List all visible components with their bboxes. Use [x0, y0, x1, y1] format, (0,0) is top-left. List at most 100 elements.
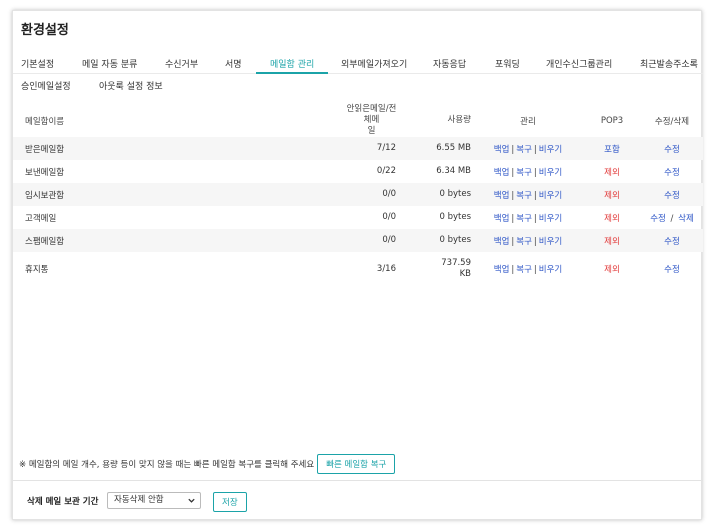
save-button[interactable]: 저장: [213, 492, 247, 512]
pop3-cell: 제외: [583, 229, 641, 252]
col-unread: 안읽은메일/전체메 일: [343, 104, 400, 137]
tab-divider: [13, 73, 703, 74]
link-separator: |: [533, 213, 537, 224]
edit-cell: 수정: [641, 137, 703, 160]
pop3-cell: 제외: [583, 183, 641, 206]
empty-link[interactable]: 비우기: [539, 214, 562, 224]
mailbox-manage: 백업 | 복구 | 비우기: [473, 183, 583, 206]
empty-link[interactable]: 비우기: [539, 265, 562, 275]
pop3-cell: 제외: [583, 160, 641, 183]
tab-auto-reply[interactable]: 자동응답: [433, 57, 466, 70]
edit-link[interactable]: 수정: [664, 168, 680, 178]
mailbox-unread: 7/12: [343, 137, 400, 160]
tab-mailbox-manage[interactable]: 메일함 관리: [270, 57, 314, 70]
table-row: 휴지통 3/16 737.59 KB 백업 | 복구 | 비우기 제외 수정: [13, 252, 703, 286]
mailbox-manage: 백업 | 복구 | 비우기: [473, 206, 583, 229]
pop3-cell: 포함: [583, 137, 641, 160]
empty-link[interactable]: 비우기: [539, 237, 562, 247]
retention-select[interactable]: 자동삭제 안함: [107, 492, 201, 509]
restore-link[interactable]: 복구: [516, 214, 532, 224]
backup-link[interactable]: 백업: [494, 237, 510, 247]
mailbox-size: 6.34 MB: [436, 166, 471, 176]
pop3-toggle[interactable]: 제외: [604, 168, 620, 178]
mailbox-unread: 0/22: [376, 166, 396, 176]
restore-link[interactable]: 복구: [516, 168, 532, 178]
settings-window: 환경설정 기본설정 메일 자동 분류 수신거부 서명 메일함 관리 외부메일가져…: [12, 10, 703, 520]
pop3-toggle[interactable]: 포함: [604, 145, 620, 155]
edit-link[interactable]: 수정: [664, 191, 680, 201]
mailbox-manage: 백업 | 복구 | 비우기: [473, 137, 583, 160]
pop3-cell: 제외: [583, 206, 641, 229]
chevron-down-icon: [188, 498, 195, 503]
mailbox-name: 임시보관함: [13, 183, 343, 206]
pop3-toggle[interactable]: 제외: [604, 214, 620, 224]
retention-label: 삭제 메일 보관 기간: [27, 497, 99, 507]
edit-cell: 수정: [641, 252, 703, 286]
table-header-row: 메일함이름 안읽은메일/전체메 일 사용량 관리 POP3 수정/삭제: [13, 104, 703, 137]
restore-link[interactable]: 복구: [516, 237, 532, 247]
tab-recent-addresses[interactable]: 최근발송주소록: [640, 57, 698, 70]
link-separator: |: [533, 190, 537, 201]
mailbox-size-value: 737.59: [441, 258, 471, 268]
backup-link[interactable]: 백업: [494, 214, 510, 224]
backup-link[interactable]: 백업: [494, 145, 510, 155]
mailbox-size: 6.55 MB: [400, 137, 473, 160]
tab-auto-classify[interactable]: 메일 자동 분류: [82, 57, 137, 70]
restore-notice: ※ 메일함의 메일 개수, 용량 등이 맞지 않을 때는 빠른 메일함 복구를 …: [19, 454, 396, 474]
col-pop3: POP3: [600, 115, 624, 126]
tab-forwarding[interactable]: 포워딩: [495, 57, 520, 70]
mailbox-size: 0 bytes: [439, 212, 471, 222]
table-row: 보낸메일함 0/22 6.34 MB 백업 | 복구 | 비우기 제외 수정: [13, 160, 703, 183]
link-separator: |: [533, 265, 537, 275]
edit-cell: 수정: [641, 229, 703, 252]
backup-link[interactable]: 백업: [494, 265, 510, 275]
empty-link[interactable]: 비우기: [539, 145, 562, 155]
col-manage: 관리: [520, 116, 536, 127]
empty-link[interactable]: 비우기: [539, 191, 562, 201]
tab-signature[interactable]: 서명: [225, 57, 242, 70]
mailbox-name: 스팸메일함: [13, 229, 343, 252]
mailbox-size: 0 bytes: [400, 229, 473, 252]
retention-selected-value: 자동삭제 안함: [114, 495, 164, 505]
bottom-divider: [13, 480, 703, 481]
edit-cell: 수정: [641, 183, 703, 206]
mailbox-table: 메일함이름 안읽은메일/전체메 일 사용량 관리 POP3 수정/삭제 받은메일…: [13, 104, 703, 286]
restore-link[interactable]: 복구: [516, 145, 532, 155]
restore-link[interactable]: 복구: [516, 191, 532, 201]
table-row: 고객메일 0/0 0 bytes 백업 | 복구 | 비우기 제외 수정 / 삭제: [13, 206, 703, 229]
mailbox-size: 737.59 KB: [400, 252, 473, 286]
pop3-toggle[interactable]: 제외: [604, 191, 620, 201]
edit-link[interactable]: 수정: [664, 237, 680, 247]
restore-link[interactable]: 복구: [516, 265, 532, 275]
tab-outlook-info[interactable]: 아웃룩 설정 정보: [99, 79, 163, 92]
backup-link[interactable]: 백업: [494, 168, 510, 178]
tab-approval[interactable]: 승인메일설정: [21, 79, 71, 92]
link-separator: |: [533, 236, 537, 247]
table-row: 임시보관함 0/0 0 bytes 백업 | 복구 | 비우기 제외 수정: [13, 183, 703, 206]
col-unread-line2: 일: [367, 126, 376, 136]
mailbox-unread: 3/16: [376, 263, 396, 274]
tab-external-mail[interactable]: 외부메일가져오기: [341, 57, 407, 70]
mailbox-manage: 백업 | 복구 | 비우기: [473, 229, 583, 252]
mailbox-size-unit: KB: [459, 269, 471, 279]
table-row: 받은메일함 7/12 6.55 MB 백업 | 복구 | 비우기 포함 수정: [13, 137, 703, 160]
link-separator: |: [533, 167, 537, 178]
edit-link[interactable]: 수정: [650, 214, 666, 224]
page-title: 환경설정: [21, 23, 69, 38]
edit-cell: 수정 / 삭제: [641, 206, 703, 229]
pop3-toggle[interactable]: 제외: [604, 237, 620, 247]
backup-link[interactable]: 백업: [494, 191, 510, 201]
tab-basic[interactable]: 기본설정: [21, 57, 54, 70]
delete-link[interactable]: 삭제: [678, 214, 694, 224]
pop3-cell: 제외: [583, 252, 641, 286]
quick-restore-button[interactable]: 빠른 메일함 복구: [317, 454, 396, 474]
edit-link[interactable]: 수정: [664, 145, 680, 155]
tab-personal-group[interactable]: 개인수신그룹관리: [546, 57, 612, 70]
mailbox-manage: 백업 | 복구 | 비우기: [473, 252, 583, 286]
pop3-toggle[interactable]: 제외: [604, 265, 620, 275]
mailbox-unread: 0/0: [343, 229, 400, 252]
empty-link[interactable]: 비우기: [539, 168, 562, 178]
mailbox-rows: 받은메일함 7/12 6.55 MB 백업 | 복구 | 비우기 포함 수정 보낸메일함…: [13, 137, 703, 286]
tab-block[interactable]: 수신거부: [165, 57, 198, 70]
edit-link[interactable]: 수정: [664, 265, 680, 275]
